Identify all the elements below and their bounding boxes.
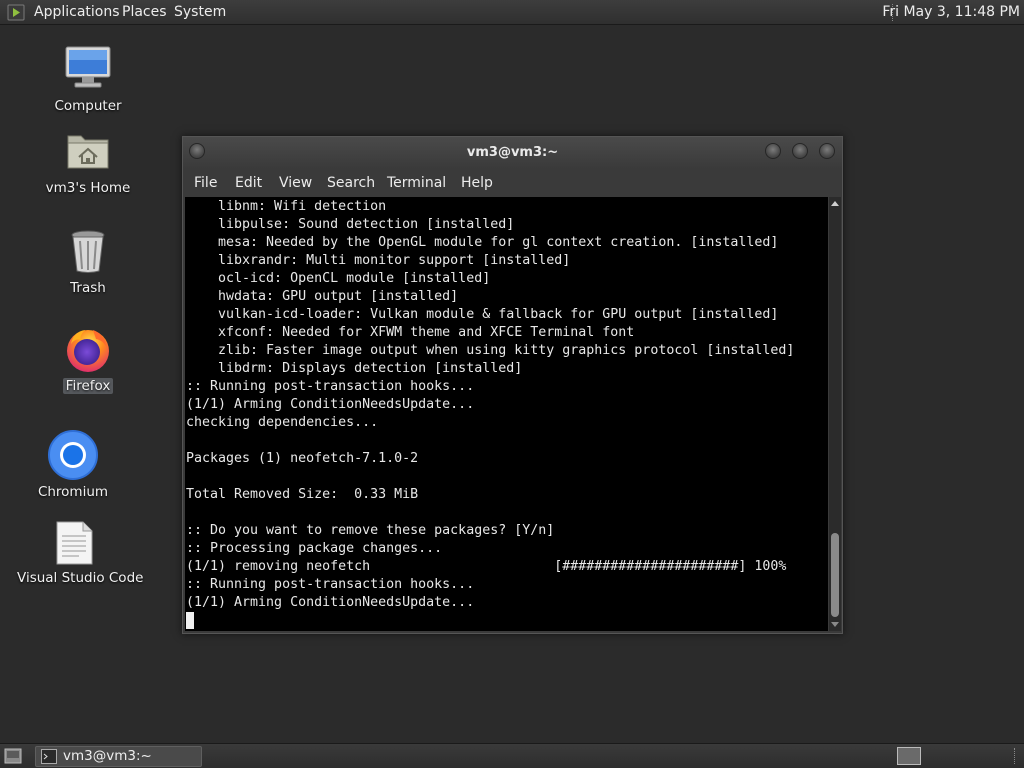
- desktop-icon-computer[interactable]: Computer: [48, 44, 128, 114]
- terminal-line: :: Processing package changes...: [186, 541, 443, 556]
- maximize-button[interactable]: [792, 143, 808, 159]
- computer-icon: [65, 46, 111, 88]
- workspace-switcher[interactable]: [897, 747, 921, 765]
- window-title: vm3@vm3:~: [466, 145, 559, 160]
- terminal-line: (1/1) Arming ConditionNeedsUpdate...: [186, 595, 475, 610]
- menu-file[interactable]: File: [194, 169, 217, 197]
- document-icon: [56, 521, 93, 565]
- terminal-line: (1/1) removing neofetch [###############…: [186, 559, 787, 574]
- terminal-line: ocl-icd: OpenCL module [installed]: [186, 271, 491, 286]
- terminal-output[interactable]: libnm: Wifi detection libpulse: Sound de…: [185, 197, 828, 631]
- terminal-icon: [41, 749, 57, 764]
- desktop-icon-label: Chromium: [37, 484, 109, 500]
- terminal-line: libdrm: Displays detection [installed]: [186, 361, 523, 376]
- menu-view[interactable]: View: [279, 169, 312, 197]
- desktop-icon-label: Visual Studio Code: [17, 570, 144, 586]
- desktop-icon-label: Trash: [70, 280, 106, 296]
- terminal-text: libnm: Wifi detection libpulse: Sound de…: [185, 197, 828, 630]
- show-desktop-icon[interactable]: [4, 748, 22, 764]
- desktop-icon-home[interactable]: vm3's Home: [38, 126, 138, 196]
- terminal-line: Total Removed Size: 0.33 MiB: [186, 487, 419, 502]
- chromium-icon: [48, 430, 98, 480]
- terminal-line: hwdata: GPU output [installed]: [186, 289, 459, 304]
- terminal-menubar: File Edit View Search Terminal Help: [183, 169, 842, 197]
- desktop-icon-label: vm3's Home: [45, 180, 131, 196]
- menu-search[interactable]: Search: [327, 169, 375, 197]
- terminal-line: :: Running post-transaction hooks...: [186, 577, 475, 592]
- terminal-line: Packages (1) neofetch-7.1.0-2: [186, 451, 419, 466]
- system-menu[interactable]: System: [174, 0, 226, 25]
- terminal-line: libnm: Wifi detection: [186, 199, 387, 214]
- desktop-icon-trash[interactable]: Trash: [48, 226, 128, 296]
- terminal-line: xfconf: Needed for XFWM theme and XFCE T…: [186, 325, 635, 340]
- close-button[interactable]: [819, 143, 835, 159]
- places-menu[interactable]: Places: [122, 0, 167, 25]
- home-folder-icon: [67, 135, 109, 169]
- desktop-icon-label: Firefox: [62, 378, 114, 394]
- terminal-line: zlib: Faster image output when using kit…: [186, 343, 795, 358]
- clock[interactable]: Fri May 3, 11:48 PM: [882, 0, 1020, 25]
- minimize-button[interactable]: [765, 143, 781, 159]
- terminal-cursor: [186, 612, 194, 629]
- scroll-up-arrow[interactable]: [831, 201, 839, 206]
- bottom-panel: vm3@vm3:~: [0, 743, 1024, 768]
- taskbar-item-terminal[interactable]: vm3@vm3:~: [35, 746, 202, 767]
- firefox-icon: [67, 330, 109, 372]
- terminal-line: checking dependencies...: [186, 415, 379, 430]
- terminal-line: :: Do you want to remove these packages?…: [186, 523, 555, 538]
- desktop-icon-vscode[interactable]: Visual Studio Code: [14, 520, 143, 586]
- terminal-line: libpulse: Sound detection [installed]: [186, 217, 515, 232]
- distro-logo-icon[interactable]: [7, 4, 27, 21]
- desktop-icon-firefox[interactable]: Firefox: [48, 324, 128, 394]
- menu-terminal[interactable]: Terminal: [387, 169, 446, 197]
- desktop-icon-chromium[interactable]: Chromium: [33, 430, 113, 500]
- taskbar-item-label: vm3@vm3:~: [63, 748, 152, 764]
- menu-edit[interactable]: Edit: [235, 169, 262, 197]
- terminal-scrollbar[interactable]: [829, 197, 841, 631]
- terminal-line: :: Running post-transaction hooks...: [186, 379, 475, 394]
- scroll-down-arrow[interactable]: [831, 622, 839, 627]
- panel-handle: [1014, 748, 1019, 764]
- top-panel: Applications Places System Fri May 3, 11…: [0, 0, 1024, 25]
- window-titlebar[interactable]: vm3@vm3:~: [183, 137, 842, 169]
- terminal-window: vm3@vm3:~ File Edit View Search Terminal…: [182, 136, 843, 634]
- terminal-line: (1/1) Arming ConditionNeedsUpdate...: [186, 397, 475, 412]
- applications-menu[interactable]: Applications: [34, 0, 120, 25]
- terminal-line: vulkan-icd-loader: Vulkan module & fallb…: [186, 307, 779, 322]
- menu-help[interactable]: Help: [461, 169, 493, 197]
- scroll-thumb[interactable]: [831, 533, 839, 617]
- terminal-line: mesa: Needed by the OpenGL module for gl…: [186, 235, 779, 250]
- terminal-line: libxrandr: Multi monitor support [instal…: [186, 253, 571, 268]
- desktop-icon-label: Computer: [54, 98, 122, 114]
- trash-icon: [71, 230, 105, 273]
